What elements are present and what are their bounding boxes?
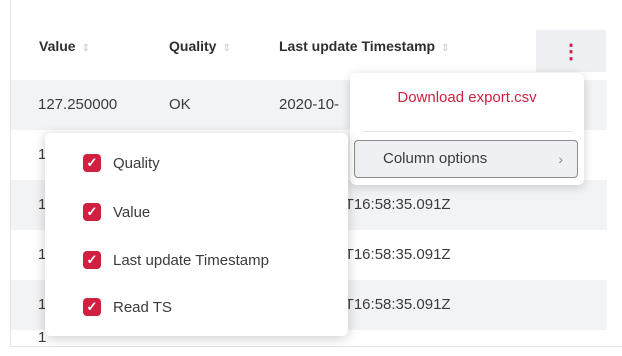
cell-quality: OK — [169, 96, 191, 113]
sort-icon: ⇕ — [222, 43, 231, 54]
kebab-icon: ⋮ — [561, 40, 581, 63]
cell-timestamp: 2020-10- — [279, 96, 340, 113]
checkbox-checked-icon[interactable]: ✓ — [83, 154, 101, 172]
table-header: Value ⇕ Quality ⇕ Last update Timestamp ⇕ ⋮ — [11, 22, 607, 72]
cell-value: 127.250000 — [38, 96, 118, 113]
chevron-right-icon: › — [558, 151, 563, 167]
header-value-label: Value — [39, 38, 76, 54]
checkbox-checked-icon[interactable]: ✓ — [83, 251, 101, 269]
column-option-last-update-timestamp[interactable]: ✓ Last update Timestamp — [83, 248, 269, 272]
download-export-item[interactable]: Download export.csv — [350, 87, 584, 109]
header-timestamp[interactable]: Last update Timestamp ⇕ — [279, 22, 450, 70]
column-option-label: Value — [113, 203, 151, 221]
column-options-item[interactable]: Column options › — [354, 140, 578, 178]
checkbox-checked-icon[interactable]: ✓ — [83, 298, 101, 316]
column-options-submenu: ✓ Quality ✓ Value ✓ Last update Timestam… — [45, 133, 348, 336]
column-option-read-ts[interactable]: ✓ Read TS — [83, 295, 172, 319]
checkbox-checked-icon[interactable]: ✓ — [83, 203, 101, 221]
column-option-quality[interactable]: ✓ Quality — [83, 151, 160, 175]
column-option-label: Read TS — [113, 298, 172, 316]
header-timestamp-label: Last update Timestamp — [279, 38, 436, 54]
column-option-label: Last update Timestamp — [113, 251, 269, 269]
column-option-label: Quality — [113, 154, 160, 172]
sort-icon: ⇕ — [81, 43, 90, 54]
header-quality-label: Quality — [169, 38, 217, 54]
column-options-label: Column options — [383, 150, 488, 167]
sort-icon: ⇕ — [441, 43, 450, 54]
header-quality[interactable]: Quality ⇕ — [169, 22, 231, 70]
table-actions-menu: Download export.csv Column options › — [350, 73, 584, 185]
table-menu-button[interactable]: ⋮ — [536, 30, 606, 72]
column-option-value[interactable]: ✓ Value — [83, 200, 150, 224]
menu-divider — [362, 131, 572, 132]
data-table: Value ⇕ Quality ⇕ Last update Timestamp ⇕ ⋮… — [11, 22, 607, 346]
header-value[interactable]: Value ⇕ — [39, 22, 90, 70]
